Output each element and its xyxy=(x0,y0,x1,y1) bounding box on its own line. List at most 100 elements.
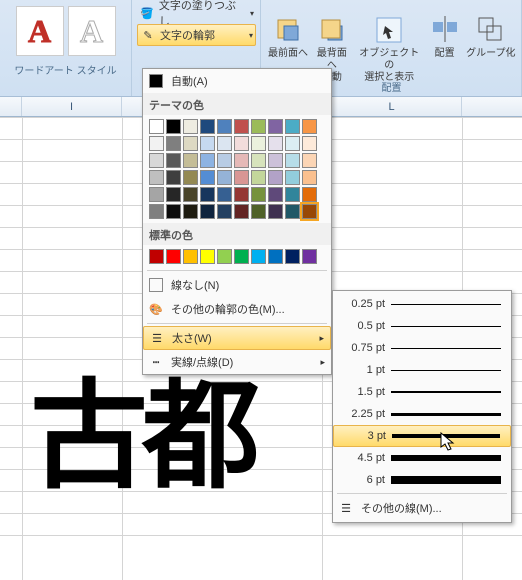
weight-option[interactable]: 1.5 pt xyxy=(333,381,511,403)
color-swatch[interactable] xyxy=(200,249,215,264)
send-back-icon xyxy=(316,14,348,46)
wordart-style-1[interactable]: A xyxy=(16,6,64,56)
color-swatch[interactable] xyxy=(200,170,215,185)
color-swatch[interactable] xyxy=(285,249,300,264)
color-swatch[interactable] xyxy=(251,249,266,264)
color-swatch[interactable] xyxy=(268,153,283,168)
color-swatch[interactable] xyxy=(268,249,283,264)
group-icon xyxy=(475,14,507,46)
color-swatch[interactable] xyxy=(183,249,198,264)
color-swatch[interactable] xyxy=(234,136,249,151)
chevron-down-icon: ▾ xyxy=(249,31,253,40)
color-swatch[interactable] xyxy=(217,249,232,264)
auto-color-item[interactable]: 自動(A) xyxy=(143,69,331,93)
weight-option[interactable]: 4.5 pt xyxy=(333,447,511,469)
no-line-item[interactable]: 線なし(N) xyxy=(143,273,331,297)
text-outline-button[interactable]: ✎ 文字の輪郭 ▾ xyxy=(137,24,256,46)
color-swatch[interactable] xyxy=(251,204,266,219)
weight-option[interactable]: 0.5 pt xyxy=(333,315,511,337)
color-swatch[interactable] xyxy=(251,153,266,168)
color-swatch[interactable] xyxy=(149,170,164,185)
color-swatch[interactable] xyxy=(234,170,249,185)
color-swatch[interactable] xyxy=(234,119,249,134)
col-header-corner[interactable] xyxy=(0,97,22,116)
weight-label: 0.5 pt xyxy=(341,320,385,332)
color-swatch[interactable] xyxy=(166,136,181,151)
weight-label: 2.25 pt xyxy=(341,408,385,420)
color-swatch[interactable] xyxy=(166,249,181,264)
color-swatch[interactable] xyxy=(285,136,300,151)
col-header[interactable]: I xyxy=(22,97,122,116)
color-swatch[interactable] xyxy=(200,136,215,151)
color-swatch[interactable] xyxy=(166,187,181,202)
color-swatch[interactable] xyxy=(234,153,249,168)
weight-option[interactable]: 0.25 pt xyxy=(333,293,511,315)
color-swatch[interactable] xyxy=(302,187,317,202)
color-swatch[interactable] xyxy=(149,136,164,151)
color-swatch[interactable] xyxy=(217,136,232,151)
color-swatch[interactable] xyxy=(302,249,317,264)
col-header[interactable]: L xyxy=(322,97,462,116)
weight-option[interactable]: 0.75 pt xyxy=(333,337,511,359)
color-swatch[interactable] xyxy=(149,153,164,168)
color-swatch[interactable] xyxy=(183,187,198,202)
color-swatch[interactable] xyxy=(302,153,317,168)
color-swatch[interactable] xyxy=(302,170,317,185)
color-swatch[interactable] xyxy=(251,119,266,134)
color-swatch[interactable] xyxy=(183,136,198,151)
color-swatch[interactable] xyxy=(200,187,215,202)
color-swatch[interactable] xyxy=(234,187,249,202)
weight-option[interactable]: 2.25 pt xyxy=(333,403,511,425)
color-swatch[interactable] xyxy=(285,153,300,168)
color-swatch[interactable] xyxy=(166,119,181,134)
color-swatch[interactable] xyxy=(166,170,181,185)
color-swatch[interactable] xyxy=(217,204,232,219)
color-swatch[interactable] xyxy=(166,204,181,219)
weight-sample xyxy=(391,370,501,371)
line-weight-item[interactable]: ☰ 太さ(W) ▸ xyxy=(143,326,331,350)
color-swatch[interactable] xyxy=(183,119,198,134)
weight-label: 3 pt xyxy=(342,430,386,442)
color-swatch[interactable] xyxy=(268,119,283,134)
weight-option[interactable]: 3 pt xyxy=(333,425,511,447)
color-swatch[interactable] xyxy=(183,170,198,185)
color-swatch[interactable] xyxy=(200,119,215,134)
color-swatch[interactable] xyxy=(302,136,317,151)
color-swatch[interactable] xyxy=(268,136,283,151)
color-swatch[interactable] xyxy=(200,204,215,219)
color-swatch[interactable] xyxy=(149,187,164,202)
more-colors-item[interactable]: 🎨 その他の輪郭の色(M)... xyxy=(143,297,331,321)
color-swatch[interactable] xyxy=(285,187,300,202)
color-swatch[interactable] xyxy=(251,170,266,185)
color-swatch[interactable] xyxy=(234,204,249,219)
color-swatch[interactable] xyxy=(166,153,181,168)
color-swatch[interactable] xyxy=(234,249,249,264)
color-swatch[interactable] xyxy=(149,119,164,134)
color-swatch[interactable] xyxy=(217,119,232,134)
color-swatch[interactable] xyxy=(217,170,232,185)
weight-option[interactable]: 1 pt xyxy=(333,359,511,381)
color-swatch[interactable] xyxy=(285,119,300,134)
line-dash-item[interactable]: ┅ 実線/点線(D) ▸ xyxy=(143,350,331,374)
color-swatch[interactable] xyxy=(200,153,215,168)
color-swatch[interactable] xyxy=(183,153,198,168)
color-swatch[interactable] xyxy=(251,136,266,151)
color-swatch[interactable] xyxy=(285,204,300,219)
color-swatch[interactable] xyxy=(217,153,232,168)
text-fill-button[interactable]: 🪣 文字の塗りつぶし ▾ xyxy=(137,2,256,24)
color-swatch[interactable] xyxy=(285,170,300,185)
wordart-gallery[interactable]: A A xyxy=(14,2,118,60)
color-swatch[interactable] xyxy=(302,204,317,219)
color-swatch[interactable] xyxy=(217,187,232,202)
color-swatch[interactable] xyxy=(302,119,317,134)
weight-option[interactable]: 6 pt xyxy=(333,469,511,491)
color-swatch[interactable] xyxy=(268,187,283,202)
color-swatch[interactable] xyxy=(268,170,283,185)
color-swatch[interactable] xyxy=(268,204,283,219)
color-swatch[interactable] xyxy=(183,204,198,219)
color-swatch[interactable] xyxy=(149,204,164,219)
wordart-style-2[interactable]: A xyxy=(68,6,116,56)
color-swatch[interactable] xyxy=(149,249,164,264)
color-swatch[interactable] xyxy=(251,187,266,202)
more-lines-item[interactable]: ☰ その他の線(M)... xyxy=(333,496,511,520)
